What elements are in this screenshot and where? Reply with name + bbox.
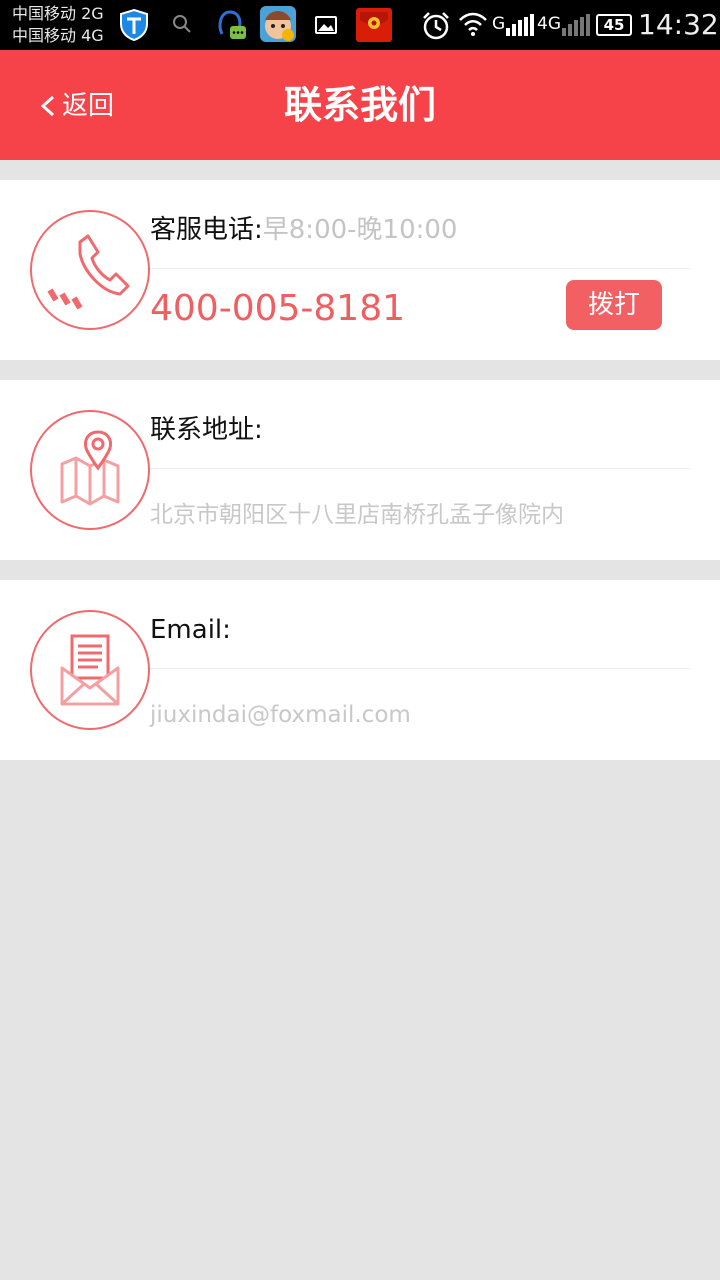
shield-icon <box>118 8 150 42</box>
gallery-icon <box>314 14 338 36</box>
phone-number[interactable]: 400-005-8181 <box>150 284 405 334</box>
phone-label: 客服电话: <box>150 215 263 245</box>
battery-indicator: 45 <box>596 14 632 36</box>
divider <box>150 668 690 669</box>
signal-strength-1-icon <box>506 14 536 40</box>
address-label: 联系地址: <box>150 415 263 445</box>
network-type-1: G <box>492 14 506 34</box>
email-card: Email: jiuxindai@foxmail.com <box>0 580 720 760</box>
red-packet-icon <box>356 8 392 42</box>
page-title: 联系我们 <box>283 83 436 127</box>
envelope-icon <box>30 610 150 730</box>
carrier-info: 中国移动 2G 中国移动 4G <box>12 3 104 47</box>
wifi-icon <box>458 10 488 38</box>
map-pin-icon <box>30 410 150 530</box>
service-hours: 早8:00-晚10:00 <box>262 215 458 245</box>
email-label: Email: <box>150 615 231 645</box>
network-type-2: 4G <box>537 14 561 34</box>
carrier-1: 中国移动 2G <box>12 4 104 23</box>
carrier-2: 中国移动 4G <box>12 26 104 45</box>
divider <box>150 468 690 469</box>
app-header: 返回 联系我们 <box>0 50 720 160</box>
email-value[interactable]: jiuxindai@foxmail.com <box>150 695 411 735</box>
alarm-icon <box>420 10 452 42</box>
phone-card: 客服电话:早8:00-晚10:00 400-005-8181 拨打 <box>0 180 720 360</box>
address-card: 联系地址: 北京市朝阳区十八里店南桥孔孟子像院内 <box>0 380 720 560</box>
dial-button[interactable]: 拨打 <box>566 280 662 330</box>
phone-label-row: 客服电话:早8:00-晚10:00 <box>150 210 457 250</box>
address-value: 北京市朝阳区十八里店南桥孔孟子像院内 <box>150 502 564 528</box>
qq-message-icon <box>214 8 248 42</box>
signal-strength-2-icon <box>562 14 592 40</box>
divider <box>150 268 690 269</box>
status-bar: 中国移动 2G 中国移动 4G G 4G 45 14:32 <box>0 0 720 50</box>
clock: 14:32 <box>638 8 719 41</box>
game-app-icon <box>260 6 296 42</box>
search-icon <box>170 12 194 36</box>
phone-icon <box>30 210 150 330</box>
